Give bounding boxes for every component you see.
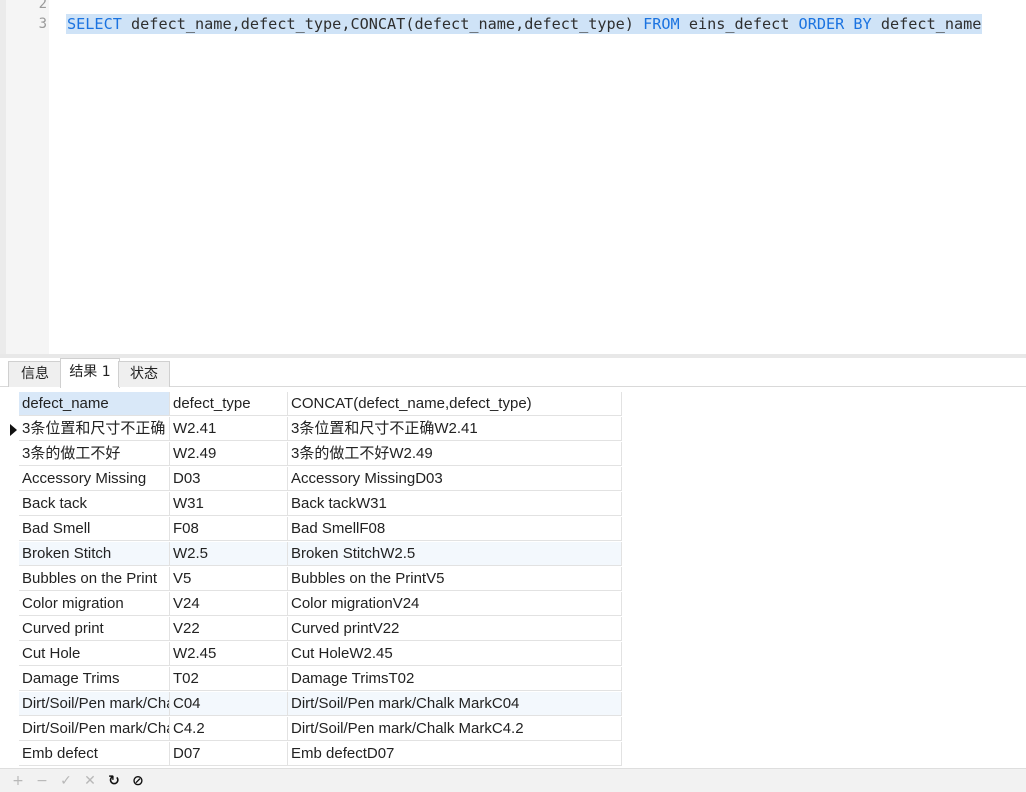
add-record-button[interactable]: + [8,771,28,791]
table-row[interactable]: Color migration V24 Color migrationV24 [0,592,622,617]
cell-defect-type[interactable]: W2.41 [170,417,288,441]
row-indicator[interactable] [0,717,19,742]
table-row[interactable]: 3条位置和尺寸不正确 W2.41 3条位置和尺寸不正确W2.41 [0,417,622,442]
cell-concat[interactable]: Back tackW31 [288,492,622,516]
cell-defect-name[interactable]: Color migration [19,592,170,616]
cell-defect-type[interactable]: D03 [170,467,288,491]
table-row[interactable]: Dirt/Soil/Pen mark/Chalk MarkC4.2Dirt/So… [0,717,622,742]
cell-defect-name[interactable]: Dirt/Soil/Pen mark/Chalk Mark [19,717,170,741]
cell-defect-name[interactable]: Curved print [19,617,170,641]
table-row[interactable]: Emb defect D07 Emb defectD07 [0,742,622,767]
table-row[interactable]: Damage Trims T02 Damage TrimsT02 [0,667,622,692]
cell-defect-name[interactable]: 3条的做工不好 [19,442,170,466]
row-indicator[interactable] [0,692,19,717]
row-indicator[interactable] [0,617,19,642]
cell-concat[interactable]: Damage TrimsT02 [288,667,622,691]
tab-info[interactable]: 信息 [8,361,62,387]
cell-concat[interactable]: Curved printV22 [288,617,622,641]
current-row-arrow-icon [10,424,17,436]
keyword-order-by: ORDER BY [798,15,872,33]
table-row[interactable]: Bubbles on the Print V5 Bubbles on the Pri… [0,567,622,592]
function-concat: CONCAT [350,15,406,33]
cell-concat[interactable]: 3条位置和尺寸不正确W2.41 [288,417,622,441]
cell-defect-name[interactable]: Cut Hole [19,642,170,666]
cell-concat[interactable]: Accessory MissingD03 [288,467,622,491]
cell-defect-name[interactable]: 3条位置和尺寸不正确 [19,417,170,441]
sql-query-line[interactable]: SELECT defect_name,defect_type,CONCAT(de… [66,14,983,34]
cell-defect-type[interactable]: W2.49 [170,442,288,466]
cell-defect-type[interactable]: V22 [170,617,288,641]
cell-defect-type[interactable]: W2.45 [170,642,288,666]
row-indicator[interactable] [0,467,19,492]
cell-defect-name[interactable]: Damage Trims [19,667,170,691]
table-row[interactable]: 3条的做工不好 W2.49 3条的做工不好W2.49 [0,442,622,467]
cell-defect-type[interactable]: W31 [170,492,288,516]
column-header-concat[interactable]: CONCAT(defect_name,defect_type) [288,392,622,416]
cell-defect-name[interactable]: Emb defect [19,742,170,766]
cell-concat[interactable]: Bad SmellF08 [288,517,622,541]
cell-defect-type[interactable]: W2.5 [170,542,288,566]
tab-status[interactable]: 状态 [118,361,170,387]
grid-toolbar: + − ✓ ✕ ↻ ⊘ [0,768,1026,792]
cell-defect-name[interactable]: Back tack [19,492,170,516]
row-indicator[interactable] [0,492,19,517]
table-row[interactable]: Accessory Missing D03 Accessory MissingD03 [0,467,622,492]
table-row[interactable]: Bad Smell F08 Bad SmellF08 [0,517,622,542]
concat-args: (defect_name,defect_type) [405,15,644,33]
cell-defect-name[interactable]: Broken Stitch [19,542,170,566]
table-row[interactable]: Dirt/Soil/Pen mark/Chalk MarkC04Dirt/Soi… [0,692,622,717]
cell-defect-name[interactable]: Bad Smell [19,517,170,541]
tab-result-1[interactable]: 结果 1 [60,358,120,388]
cell-defect-type[interactable]: D07 [170,742,288,766]
row-indicator[interactable] [0,542,19,567]
keyword-select: SELECT [67,15,122,33]
cell-defect-type[interactable]: T02 [170,667,288,691]
cell-defect-name[interactable]: Bubbles on the Print [19,567,170,591]
row-indicator[interactable] [0,517,19,542]
apply-changes-button[interactable]: ✓ [56,771,76,791]
cell-concat[interactable]: Cut HoleW2.45 [288,642,622,666]
order-field: defect_name [871,15,982,33]
cell-defect-type[interactable]: C4.2 [170,717,288,741]
row-indicator[interactable] [0,567,19,592]
line-number-2: 2 [38,0,47,12]
table-row[interactable]: Back tack W31 Back tackW31 [0,492,622,517]
row-indicator[interactable] [0,417,19,442]
table-name: eins_defect [679,15,799,33]
column-header-defect-type[interactable]: defect_type [170,392,288,416]
cell-concat[interactable]: Broken StitchW2.5 [288,542,622,566]
row-indicator[interactable] [0,742,19,767]
line-number-3: 3 [38,16,47,32]
cell-concat[interactable]: Color migrationV24 [288,592,622,616]
cell-defect-type[interactable]: F08 [170,517,288,541]
cell-concat[interactable]: Dirt/Soil/Pen mark/Chalk MarkC04 [288,692,622,716]
refresh-button[interactable]: ↻ [104,771,124,791]
cell-defect-type[interactable]: V5 [170,567,288,591]
keyword-from: FROM [643,15,680,33]
row-indicator[interactable] [0,442,19,467]
cell-defect-name[interactable]: Accessory Missing [19,467,170,491]
cell-defect-type[interactable]: C04 [170,692,288,716]
query-fields: defect_name,defect_type, [121,15,351,33]
cell-concat[interactable]: Bubbles on the PrintV5 [288,567,622,591]
cell-defect-name[interactable]: Dirt/Soil/Pen mark/Chalk Mark [19,692,170,716]
table-row[interactable]: Broken Stitch W2.5 Broken StitchW2.5 [0,542,622,567]
row-indicator[interactable] [0,642,19,667]
delete-record-button[interactable]: − [32,771,52,791]
cell-concat[interactable]: Emb defectD07 [288,742,622,766]
cell-defect-type[interactable]: V24 [170,592,288,616]
table-row[interactable]: Cut Hole W2.45 Cut HoleW2.45 [0,642,622,667]
cell-concat[interactable]: Dirt/Soil/Pen mark/Chalk MarkC4.2 [288,717,622,741]
result-tabs: 信息 结果 1 状态 [0,358,1026,388]
stop-button[interactable]: ⊘ [128,771,148,791]
grid-header-row: defect_name defect_type CONCAT(defect_na… [0,392,622,417]
line-number-gutter: 2 3 [6,0,49,356]
cell-concat[interactable]: 3条的做工不好W2.49 [288,442,622,466]
row-indicator[interactable] [0,667,19,692]
sql-editor[interactable]: 2 3 SELECT defect_name,defect_type,CONCA… [0,0,1026,356]
column-header-defect-name[interactable]: defect_name [19,392,170,416]
row-indicator[interactable] [0,592,19,617]
table-row[interactable]: Curved print V22 Curved printV22 [0,617,622,642]
discard-changes-button[interactable]: ✕ [80,771,100,791]
